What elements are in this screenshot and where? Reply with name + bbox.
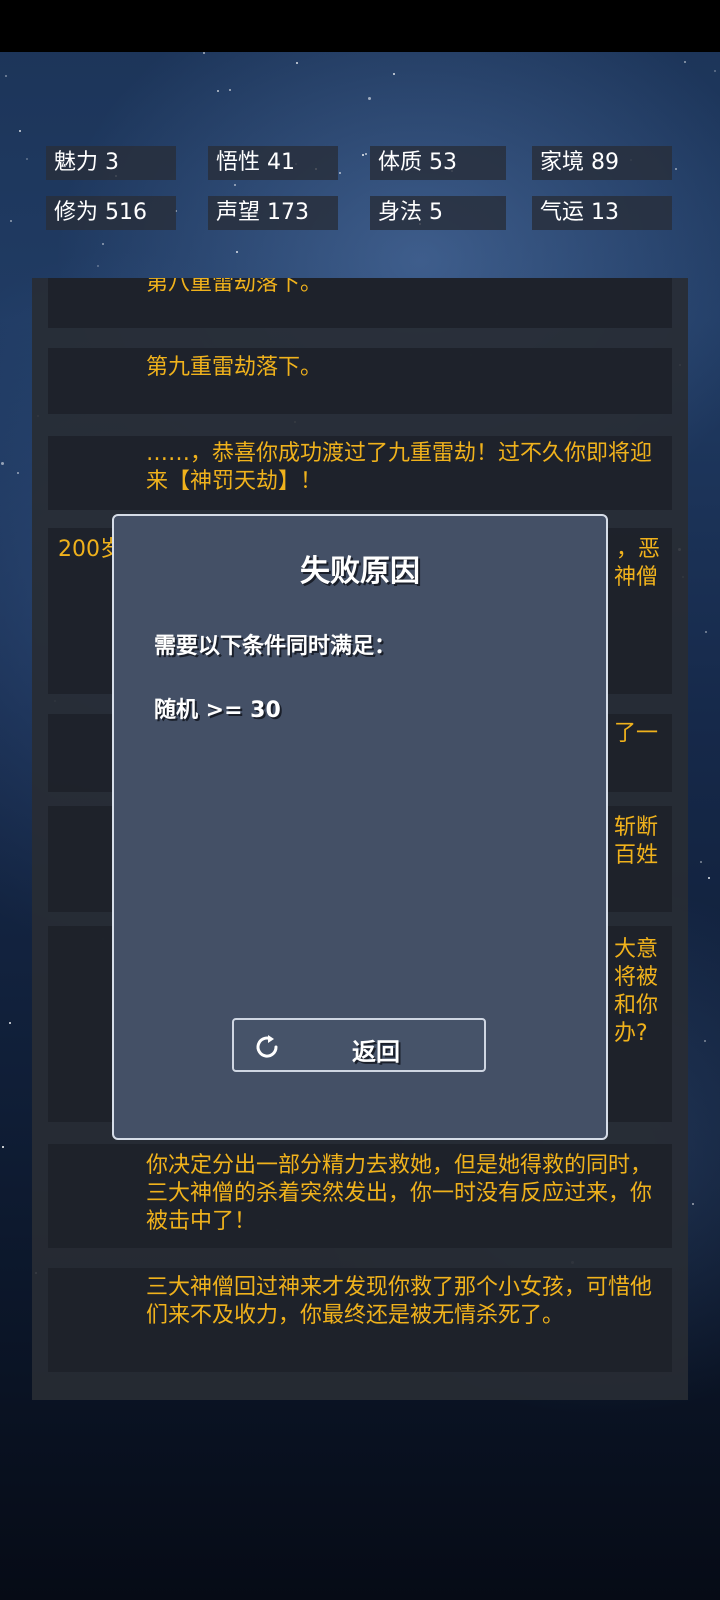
stat-label: 体质 — [378, 150, 423, 175]
stat-label: 气运 — [540, 200, 585, 225]
star-dot — [684, 61, 686, 63]
log-text: ，恶 — [616, 537, 661, 562]
log-entry: 你决定分出一部分精力去救她，但是她得救的同时，三大神僧的杀着突然发出，你一时没有… — [48, 1144, 672, 1248]
star-dot — [1, 462, 4, 465]
log-text: 了一 — [614, 721, 659, 746]
stat-charm: 魅力 3 — [46, 146, 176, 180]
star-dot — [705, 631, 707, 633]
stat-value: 5 — [429, 200, 444, 225]
star-dot — [362, 154, 364, 156]
star-dot — [692, 1203, 694, 1205]
stat-reputation: 声望 173 — [208, 196, 338, 230]
stat-label: 身法 — [378, 200, 423, 225]
stat-value: 89 — [591, 150, 620, 175]
log-text: 神僧 — [614, 565, 659, 590]
refresh-icon — [256, 1035, 278, 1058]
star-dot — [217, 90, 219, 92]
log-text: 三大神僧回过神来才发现你救了那个小女孩，可惜他们来不及收力，你最终还是被无情杀死… — [146, 1275, 653, 1328]
star-dot — [9, 1022, 11, 1024]
stat-agility: 身法 5 — [370, 196, 506, 230]
failure-reason-dialog: 失败原因 需要以下条件同时满足： 随机 >= 30 返回 — [112, 514, 608, 1140]
stat-value: 53 — [429, 150, 458, 175]
log-text: 斩断 — [614, 815, 659, 840]
log-text: 第八重雷劫落下。 — [146, 278, 323, 296]
log-text: 百姓 — [614, 843, 659, 868]
stat-value: 173 — [267, 200, 310, 225]
stat-family: 家境 89 — [532, 146, 672, 180]
stat-constitution: 体质 53 — [370, 146, 506, 180]
star-dot — [2, 1146, 4, 1148]
star-dot — [365, 153, 367, 155]
star-dot — [26, 158, 28, 160]
stat-label: 魅力 — [54, 150, 99, 175]
star-dot — [203, 52, 205, 54]
stat-label: 声望 — [216, 200, 261, 225]
star-dot — [10, 220, 12, 222]
star-dot — [339, 172, 341, 174]
star-dot — [368, 97, 371, 100]
log-entry: 第八重雷劫落下。 — [48, 278, 672, 328]
stat-value: 41 — [267, 150, 296, 175]
star-dot — [700, 861, 702, 863]
star-dot — [296, 62, 298, 64]
stat-comprehension: 悟性 41 — [208, 146, 338, 180]
log-entry: 三大神僧回过神来才发现你救了那个小女孩，可惜他们来不及收力，你最终还是被无情杀死… — [48, 1268, 672, 1372]
stat-label: 悟性 — [216, 150, 261, 175]
stat-label: 修为 — [54, 200, 99, 225]
star-dot — [97, 265, 99, 267]
star-dot — [234, 184, 236, 186]
stat-value: 3 — [105, 150, 120, 175]
log-text: 大意 — [614, 937, 659, 962]
back-button-label: 返回 — [352, 1038, 400, 1066]
log-text: 办? — [614, 1021, 648, 1046]
log-text: ……，恭喜你成功渡过了九重雷劫！过不久你即将迎来【神罚天劫】！ — [146, 441, 653, 494]
stat-label: 家境 — [540, 150, 585, 175]
star-dot — [5, 75, 7, 77]
star-dot — [714, 70, 716, 72]
star-dot — [675, 168, 677, 170]
log-text: 第九重雷劫落下。 — [146, 355, 323, 380]
log-entry: 第九重雷劫落下。 — [48, 348, 672, 414]
stat-value: 13 — [591, 200, 620, 225]
star-dot — [708, 877, 710, 879]
stat-value: 516 — [105, 200, 148, 225]
dialog-title: 失败原因 — [300, 554, 420, 589]
star-dot — [236, 251, 238, 253]
stat-cultivation: 修为 516 — [46, 196, 176, 230]
log-text: 和你 — [614, 993, 659, 1018]
condition-header: 需要以下条件同时满足： — [154, 634, 397, 659]
star-dot — [102, 243, 104, 245]
star-dot — [19, 130, 21, 132]
log-text: 你决定分出一部分精力去救她，但是她得救的同时，三大神僧的杀着突然发出，你一时没有… — [146, 1153, 653, 1234]
star-dot — [704, 1040, 706, 1042]
star-dot — [393, 73, 395, 75]
star-dot — [229, 89, 231, 91]
log-entry: ……，恭喜你成功渡过了九重雷劫！过不久你即将迎来【神罚天劫】！ — [48, 436, 672, 510]
condition-text: 随机 >= 30 — [154, 698, 281, 723]
status-bar — [0, 0, 720, 52]
back-button[interactable]: 返回 — [232, 1018, 486, 1072]
stat-luck: 气运 13 — [532, 196, 672, 230]
log-text: 将被 — [614, 965, 659, 990]
star-dot — [17, 472, 19, 474]
